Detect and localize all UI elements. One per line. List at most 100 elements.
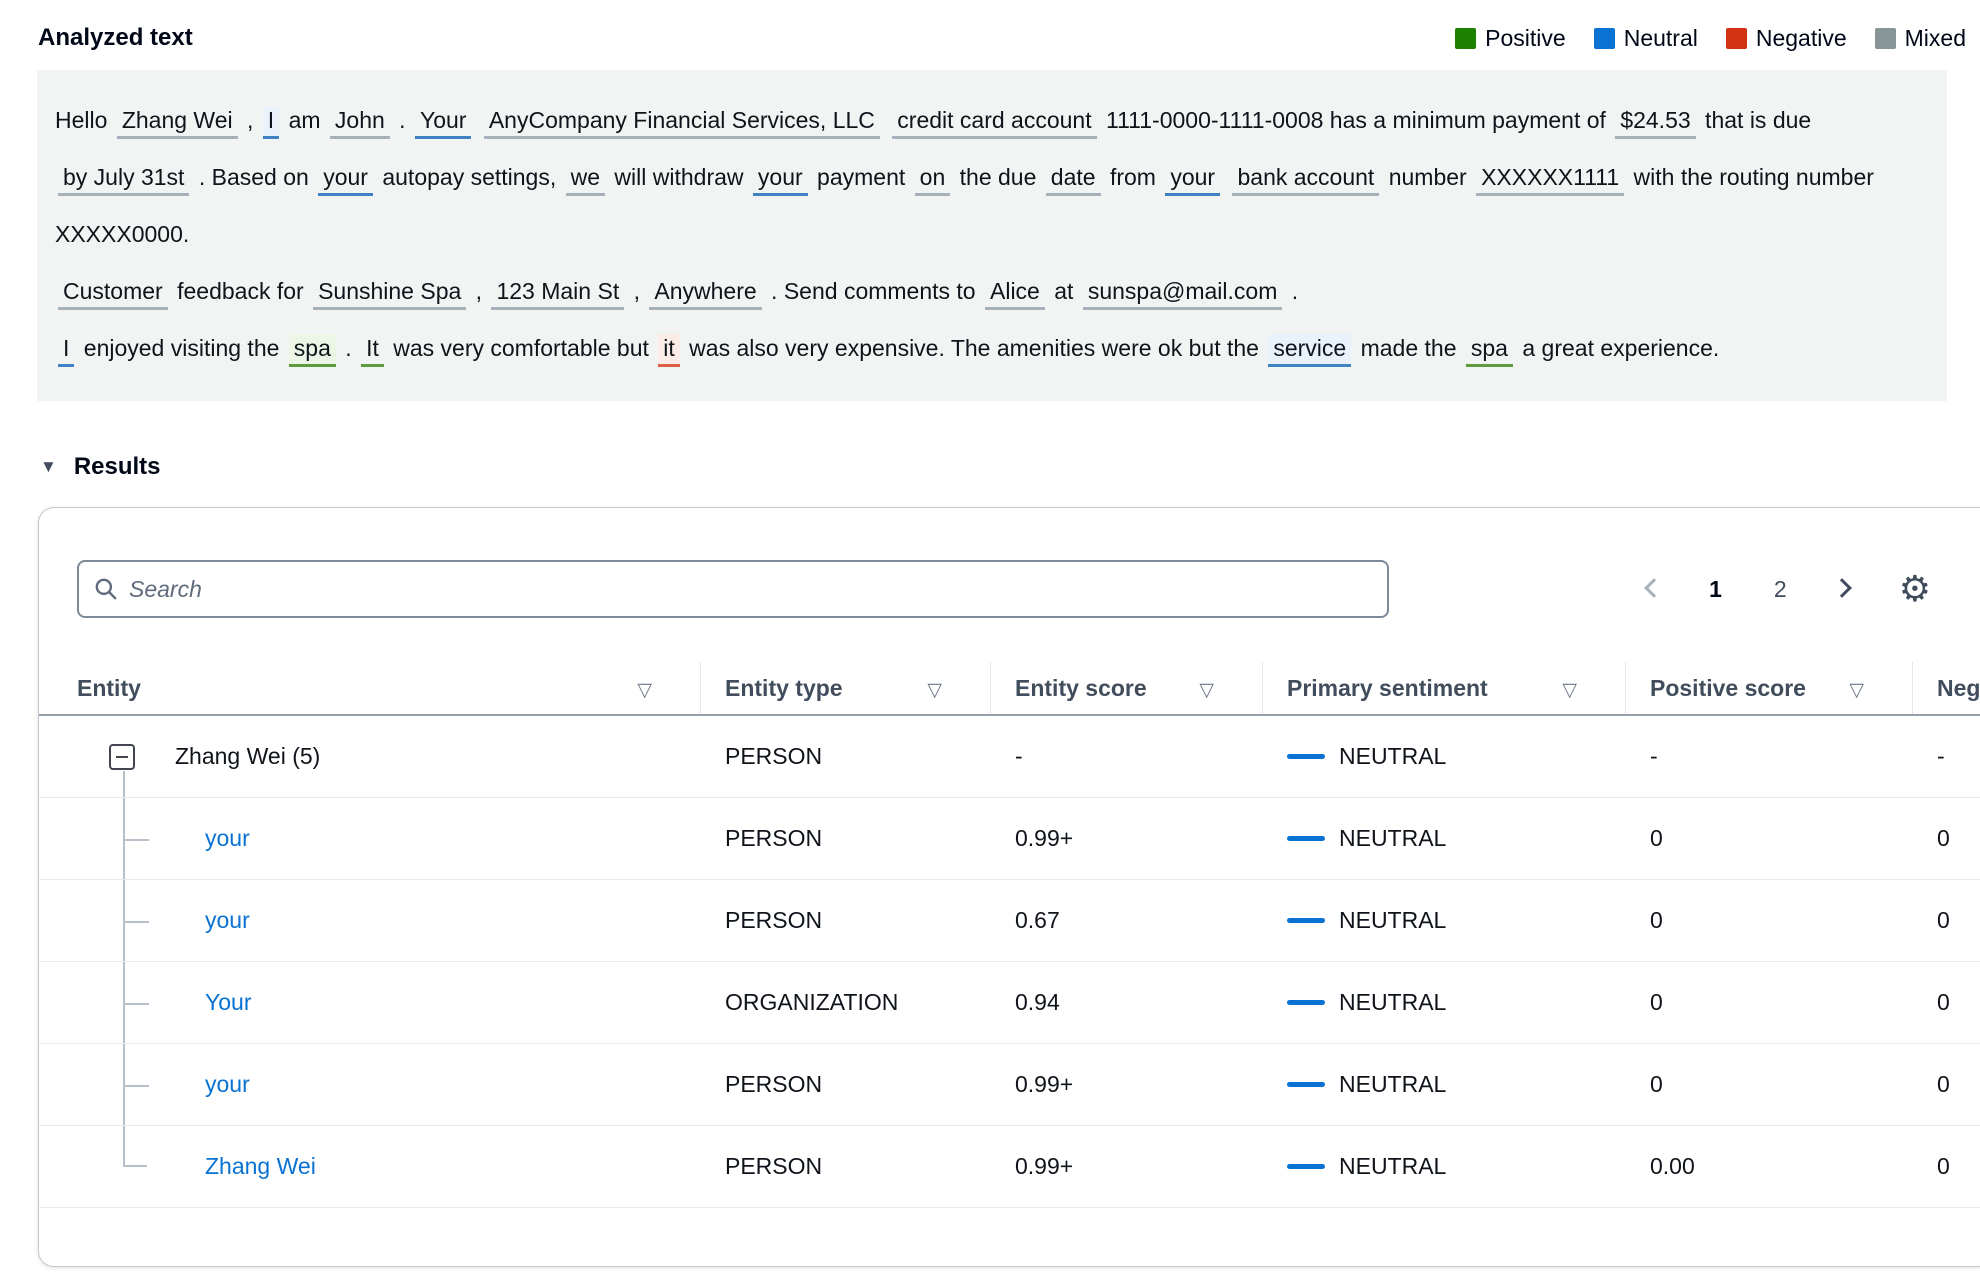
positive-score-cell: 0 [1626,1044,1913,1125]
sentiment-label: NEUTRAL [1339,1153,1447,1179]
plain-text: , [240,107,260,133]
collapse-results-icon[interactable] [40,457,57,477]
sort-icon[interactable] [1199,675,1214,702]
tree-connector [123,798,151,879]
entity-highlight[interactable]: Customer [58,277,168,310]
plain-text [474,107,480,133]
entity-type-cell: ORGANIZATION [701,962,991,1043]
entity-highlight[interactable]: date [1045,163,1101,196]
search-icon [95,578,117,600]
legend-swatch-icon [1725,27,1747,49]
positive-score-cell-value: 0.00 [1650,1153,1695,1179]
entity-highlight[interactable]: John [329,106,390,139]
entity-type-cell-value: PERSON [725,907,823,933]
entity-highlight[interactable]: $24.53 [1615,106,1696,139]
table-row: your PERSON 0.99+ NEUTRAL 0 0 [39,1044,1980,1126]
neutral-sentiment-bar-icon [1287,836,1325,841]
settings-button[interactable] [1897,569,1933,609]
entity-highlight[interactable]: Sunshine Spa [313,277,467,310]
entity-link[interactable]: Zhang Wei [205,1153,316,1180]
entity-type-cell-value: PERSON [725,1153,823,1179]
tree-connector [123,880,151,961]
entity-link[interactable]: your [205,1071,250,1098]
entity-score-cell-value: 0.94 [1015,989,1060,1015]
entity-highlight[interactable]: your [752,163,808,196]
entity-highlight[interactable]: I [58,334,75,367]
entity-highlight[interactable]: Zhang Wei [116,106,238,139]
entity-highlight[interactable]: by July 31st [58,163,190,196]
entity-highlight[interactable]: I [262,106,280,139]
positive-score-cell-value: 0 [1650,907,1663,933]
column-header-label: Negative score [1937,674,1980,701]
entity-score-cell-value: 0.99+ [1015,1071,1074,1097]
search-input[interactable] [129,575,1373,603]
legend-label: Negative [1755,24,1847,51]
legend-item-neutral: Neutral [1593,24,1698,52]
column-header-entity[interactable]: Entity [39,662,701,714]
positive-score-cell: 0 [1626,880,1913,961]
plain-text: autopay settings, [375,164,563,190]
entity-highlight[interactable]: Alice [985,277,1045,310]
legend-label: Neutral [1623,24,1698,51]
sort-icon[interactable] [1849,675,1864,702]
sort-icon[interactable] [927,675,942,702]
positive-score-cell: 0 [1626,798,1913,879]
plain-text: . [392,107,412,133]
search-box[interactable] [77,560,1389,618]
column-header-negative-score[interactable]: Negative score [1913,662,1980,714]
entity-type-cell: PERSON [701,716,991,797]
entity-highlight[interactable]: bank account [1232,163,1380,196]
sort-icon[interactable] [637,675,652,702]
negative-score-cell-value: 0 [1937,1153,1950,1179]
collapse-group-button[interactable] [109,743,135,770]
negative-score-cell-value: - [1937,743,1945,769]
previous-page-button[interactable] [1644,577,1665,600]
column-header-primary-sentiment[interactable]: Primary sentiment [1263,662,1626,714]
entity-highlight[interactable]: spa [1465,334,1513,367]
analyzed-paragraph: Hello Zhang Wei , I am John . Your AnyCo… [55,92,1929,263]
entity-highlight[interactable]: spa [288,334,336,367]
entity-score-cell: 0.99+ [991,798,1263,879]
legend-item-negative: Negative [1725,24,1847,52]
entity-link[interactable]: your [205,907,250,934]
entity-type-cell: PERSON [701,798,991,879]
sort-icon[interactable] [1562,675,1577,702]
entity-cell: your [39,798,701,879]
entity-highlight[interactable]: service [1268,334,1352,367]
results-section-header[interactable]: Results [40,453,1980,481]
plain-text: will withdraw [608,164,750,190]
column-header-positive-score[interactable]: Positive score [1626,662,1913,714]
column-header-entity-score[interactable]: Entity score [991,662,1263,714]
primary-sentiment-cell: NEUTRAL [1263,716,1626,797]
entity-highlight[interactable]: sunspa@mail.com [1082,277,1283,310]
positive-score-cell: - [1626,716,1913,797]
entity-highlight[interactable]: Your [414,106,472,139]
sentiment-label: NEUTRAL [1339,989,1447,1015]
entity-highlight[interactable]: credit card account [892,106,1097,139]
entity-highlight[interactable]: XXXXXX1111 [1476,163,1625,196]
entity-highlight[interactable]: your [318,163,373,196]
page-button-2[interactable]: 2 [1768,572,1793,607]
analyzed-text-box: Hello Zhang Wei , I am John . Your AnyCo… [37,70,1947,401]
column-header-label: Positive score [1650,674,1806,701]
entity-highlight[interactable]: on [914,163,951,196]
entity-highlight[interactable]: your [1165,163,1221,196]
entity-highlight[interactable]: It [361,334,384,367]
plain-text: Hello [55,107,114,133]
page-button-1[interactable]: 1 [1703,572,1728,607]
entity-score-cell: - [991,716,1263,797]
entity-highlight[interactable]: AnyCompany Financial Services, LLC [483,106,880,139]
entity-highlight[interactable]: we [565,163,606,196]
entity-highlight[interactable]: Anywhere [649,277,762,310]
neutral-sentiment-bar-icon [1287,918,1325,923]
entity-link[interactable]: your [205,825,250,852]
tree-connector [123,962,151,1043]
column-header-entity-type[interactable]: Entity type [701,662,991,714]
entity-highlight[interactable]: it [658,334,680,367]
entity-score-cell-value: 0.99+ [1015,1153,1074,1179]
entity-highlight[interactable]: 123 Main St [491,277,625,310]
entity-link[interactable]: Your [205,989,251,1016]
table-row: Your ORGANIZATION 0.94 NEUTRAL 0 0 [39,962,1980,1044]
next-page-button[interactable] [1831,577,1852,600]
legend-label: Positive [1485,24,1566,51]
